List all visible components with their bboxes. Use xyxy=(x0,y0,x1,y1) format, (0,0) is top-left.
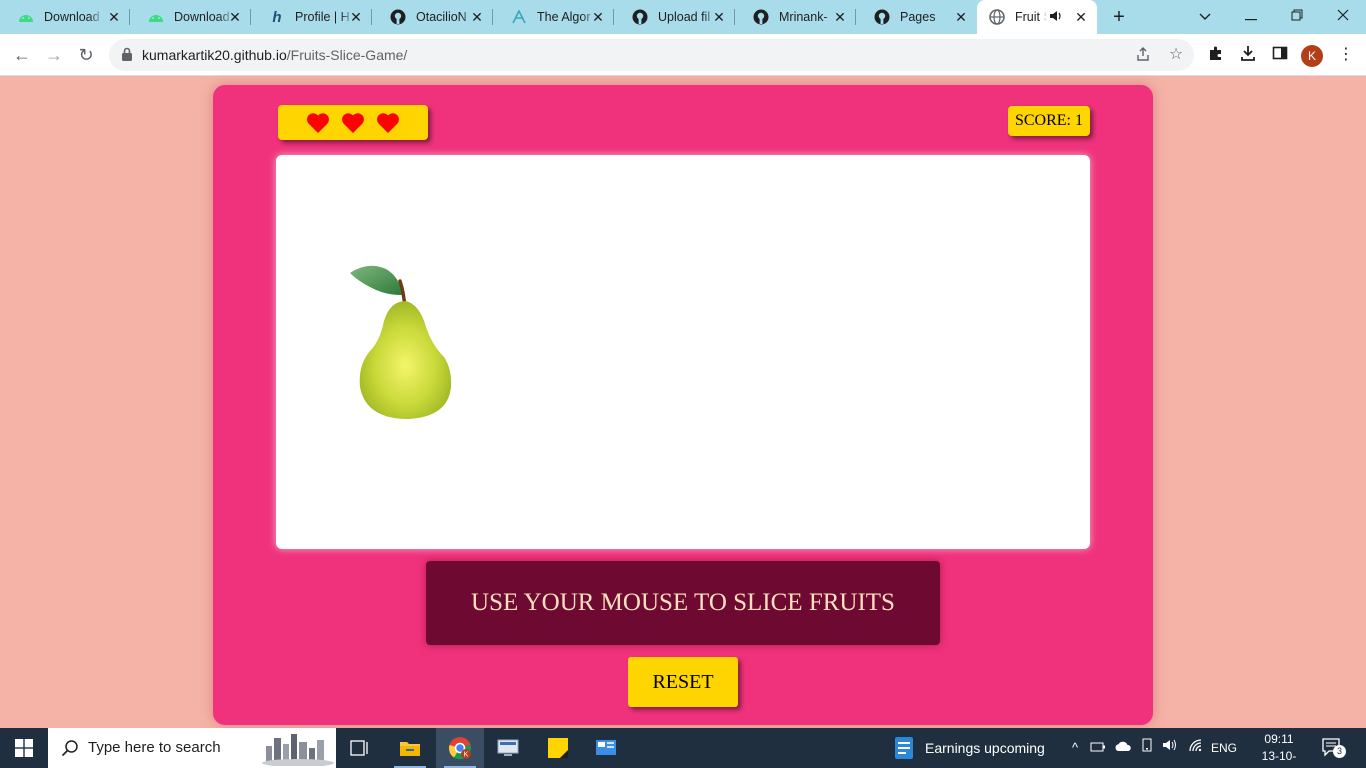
forward-arrow-icon[interactable]: → xyxy=(43,44,65,66)
news-headline: Earnings upcoming xyxy=(925,740,1045,756)
pear-fruit[interactable] xyxy=(348,265,453,420)
notification-center-icon[interactable]: 3 xyxy=(1322,738,1346,758)
close-tab-icon[interactable]: ✕ xyxy=(348,9,364,25)
game-container: SCORE: 1 USE YOUR MOUSE TO SLICE FRUITS … xyxy=(213,85,1153,725)
lock-icon[interactable] xyxy=(121,47,135,63)
windows-start-icon[interactable] xyxy=(0,728,48,768)
download-icon[interactable] xyxy=(1238,45,1258,65)
tab-pages[interactable]: Pages ✕ xyxy=(856,0,977,34)
close-tab-icon[interactable]: ✕ xyxy=(1073,9,1089,25)
language-indicator[interactable]: ENG xyxy=(1208,728,1240,768)
tab-fruit-slice[interactable]: Fruit S ✕ xyxy=(977,0,1097,34)
url-domain: kumarkartik20.github.io xyxy=(142,47,287,63)
close-tab-icon[interactable]: ✕ xyxy=(590,9,606,25)
tab-download-1[interactable]: Download ✕ xyxy=(0,0,130,34)
tab-title: OtacilioN xyxy=(416,10,467,24)
chrome-menu-icon[interactable]: ⋮ xyxy=(1336,45,1356,65)
close-tab-icon[interactable]: ✕ xyxy=(953,9,969,25)
instructions-banner: USE YOUR MOUSE TO SLICE FRUITS xyxy=(426,561,940,645)
close-tab-icon[interactable]: ✕ xyxy=(227,9,243,25)
close-window-icon[interactable] xyxy=(1320,0,1366,34)
android-icon xyxy=(148,9,164,25)
side-panel-icon[interactable] xyxy=(1270,45,1290,65)
algorithms-icon xyxy=(511,9,527,25)
onedrive-cloud-icon[interactable] xyxy=(1112,728,1134,768)
tab-strip: Download ✕ Download ✕ h Profile | H ✕ Ot… xyxy=(0,0,1366,34)
tab-title: Pages xyxy=(900,10,936,24)
reset-button[interactable]: RESET xyxy=(628,657,738,707)
volume-icon[interactable] xyxy=(1160,728,1180,768)
tab-download-2[interactable]: Download ✕ xyxy=(130,0,251,34)
browser-toolbar: ← → ↻ kumarkartik20.github.io/Fruits-Sli… xyxy=(0,34,1366,76)
tab-search-chevron-icon[interactable] xyxy=(1182,0,1228,34)
tab-title: Upload fil xyxy=(658,10,711,24)
clock-time: 09:11 xyxy=(1264,732,1294,746)
tab-title: The Algor xyxy=(537,10,591,24)
share-icon[interactable] xyxy=(1134,46,1152,64)
reload-icon[interactable]: ↻ xyxy=(75,44,97,66)
tab-mrinank[interactable]: Mrinank- ✕ xyxy=(735,0,856,34)
android-icon xyxy=(18,9,34,25)
speaker-icon[interactable] xyxy=(1049,9,1063,25)
show-hidden-icons-chevron-icon[interactable]: ^ xyxy=(1066,728,1084,768)
news-widget[interactable]: Earnings upcoming xyxy=(893,728,1045,768)
tab-the-algorithms[interactable]: The Algor ✕ xyxy=(493,0,614,34)
tab-title: Mrinank- xyxy=(779,10,828,24)
score-display: SCORE: 1 xyxy=(1008,106,1090,136)
task-view-icon[interactable] xyxy=(336,728,384,768)
file-explorer-icon[interactable] xyxy=(386,728,434,768)
back-arrow-icon[interactable]: ← xyxy=(11,44,33,66)
minimize-icon[interactable] xyxy=(1228,0,1274,34)
close-tab-icon[interactable]: ✕ xyxy=(832,9,848,25)
tab-title: Download xyxy=(44,10,100,24)
tab-title: Fruit S xyxy=(1015,10,1047,24)
close-tab-icon[interactable]: ✕ xyxy=(469,9,485,25)
close-tab-icon[interactable]: ✕ xyxy=(106,9,122,25)
profile-avatar[interactable]: K xyxy=(1301,45,1323,67)
city-skyline-icon xyxy=(262,734,334,766)
control-panel-icon[interactable] xyxy=(582,728,630,768)
lives-box xyxy=(278,105,428,140)
search-placeholder: Type here to search xyxy=(88,739,221,756)
heart-icon xyxy=(342,112,364,133)
tab-title: Profile | H xyxy=(295,10,350,24)
new-tab-button[interactable]: + xyxy=(1108,7,1130,27)
extensions-puzzle-icon[interactable] xyxy=(1206,45,1226,65)
notification-count-badge: 3 xyxy=(1333,745,1346,758)
wifi-icon[interactable] xyxy=(1186,728,1206,768)
sticky-notes-icon[interactable] xyxy=(534,728,582,768)
github-icon xyxy=(874,9,890,25)
system-clock[interactable]: 09:11 13-10-2023 xyxy=(1258,731,1300,768)
bookmark-star-icon[interactable]: ☆ xyxy=(1167,46,1185,64)
url-path: /Fruits-Slice-Game/ xyxy=(286,47,408,63)
globe-icon xyxy=(989,9,1005,25)
search-icon xyxy=(61,739,79,757)
clock-date: 13-10-2023 xyxy=(1261,749,1297,768)
device-icon[interactable] xyxy=(1137,728,1157,768)
heart-icon xyxy=(377,112,399,133)
url-text: kumarkartik20.github.io/Fruits-Slice-Gam… xyxy=(142,47,407,63)
windows-taskbar: Type here to search K Earnings upcoming … xyxy=(0,728,1366,768)
tab-title: Download xyxy=(174,10,230,24)
tab-otacilion[interactable]: OtacilioN ✕ xyxy=(372,0,493,34)
address-bar[interactable]: kumarkartik20.github.io/Fruits-Slice-Gam… xyxy=(109,39,1194,71)
github-icon xyxy=(753,9,769,25)
chrome-taskbar-icon[interactable]: K xyxy=(436,728,484,768)
taskbar-search-box[interactable]: Type here to search xyxy=(48,728,336,768)
restore-icon[interactable] xyxy=(1274,0,1320,34)
heart-icon xyxy=(307,112,329,133)
tab-upload-file[interactable]: Upload fil ✕ xyxy=(614,0,735,34)
svg-text:K: K xyxy=(464,752,469,759)
battery-icon[interactable] xyxy=(1088,728,1108,768)
github-icon xyxy=(390,9,406,25)
remote-desktop-icon[interactable] xyxy=(484,728,532,768)
fruit-play-area[interactable] xyxy=(276,155,1090,549)
github-icon xyxy=(632,9,648,25)
close-tab-icon[interactable]: ✕ xyxy=(711,9,727,25)
hashnode-icon: h xyxy=(272,8,282,26)
tab-profile[interactable]: h Profile | H ✕ xyxy=(251,0,372,34)
news-document-icon xyxy=(895,737,913,759)
